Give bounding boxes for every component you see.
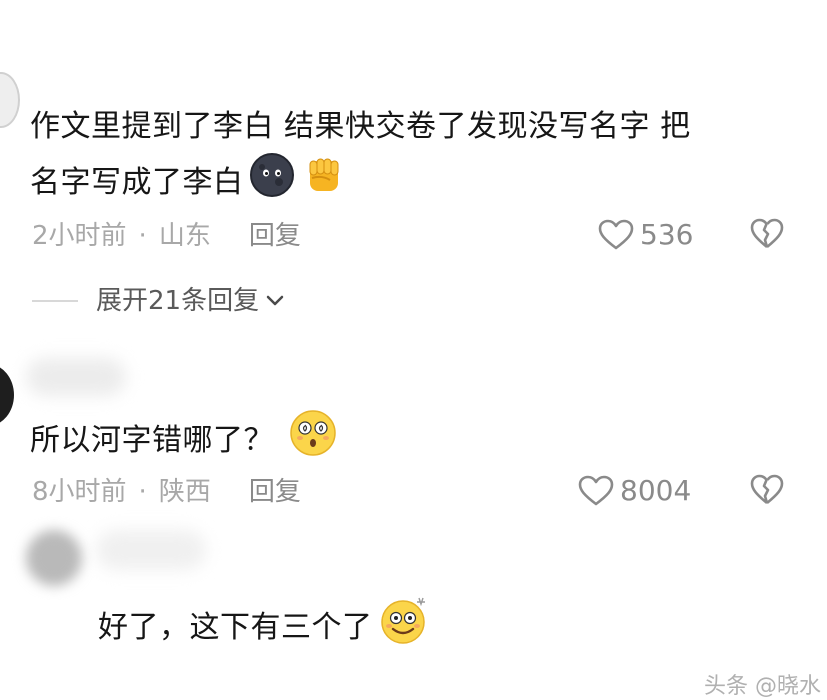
like-count: 536 [640,218,694,251]
like-button[interactable]: 8004 [578,475,691,507]
like-button[interactable]: 536 [598,219,693,251]
comment-line: 作文里提到了李白 结果快交卷了发现没写名字 把 [30,109,691,144]
divider [32,300,78,302]
meta-separator: · [138,477,147,507]
heart-icon [598,219,634,250]
expand-replies-button[interactable]: 展开21条回复 [32,285,285,317]
comment-line-text: 名字写成了李白 [30,164,244,200]
comment-line-text: 所以河字错哪了？ [30,422,274,458]
dislike-button[interactable] [750,474,784,510]
comment-text: 所以河字错哪了？ [30,408,338,473]
blurred-username [26,358,126,396]
dislike-button[interactable] [750,218,784,254]
dark-moon-emoji-icon [248,151,296,214]
comment-text: 作文里提到了李白 结果快交卷了发现没写名字 把 名字写成了李白 [30,103,820,214]
comment-location: 陕西 [158,477,211,507]
heart-icon [578,475,614,506]
comment-line-text: 好了，这下有三个了 [98,609,373,645]
meta-separator: · [138,221,147,251]
comment-line: 名字写成了李白 [30,151,820,214]
blurred-username [96,530,206,570]
expand-replies-label: 展开21条回复 [96,286,260,316]
comment-location: 山东 [158,221,211,251]
reply-button[interactable]: 回复 [249,476,301,508]
raised-fist-emoji-icon [300,151,348,214]
like-count: 8004 [620,474,692,507]
avatar[interactable] [0,72,20,128]
comment-time: 8小时前 [32,477,127,507]
watermark: 头条 @晓水 [704,674,821,699]
broken-heart-icon [750,218,784,249]
avatar[interactable] [0,364,14,426]
broken-heart-icon [750,474,784,505]
reply-button[interactable]: 回复 [249,220,301,252]
avatar[interactable] [26,530,82,586]
chevron-down-icon [266,295,284,306]
sweat-smile-emoji-icon [377,594,429,661]
dizzy-face-emoji-icon [288,408,338,473]
comment-text: 好了，这下有三个了 [98,594,429,661]
comment-time: 2小时前 [32,221,127,251]
